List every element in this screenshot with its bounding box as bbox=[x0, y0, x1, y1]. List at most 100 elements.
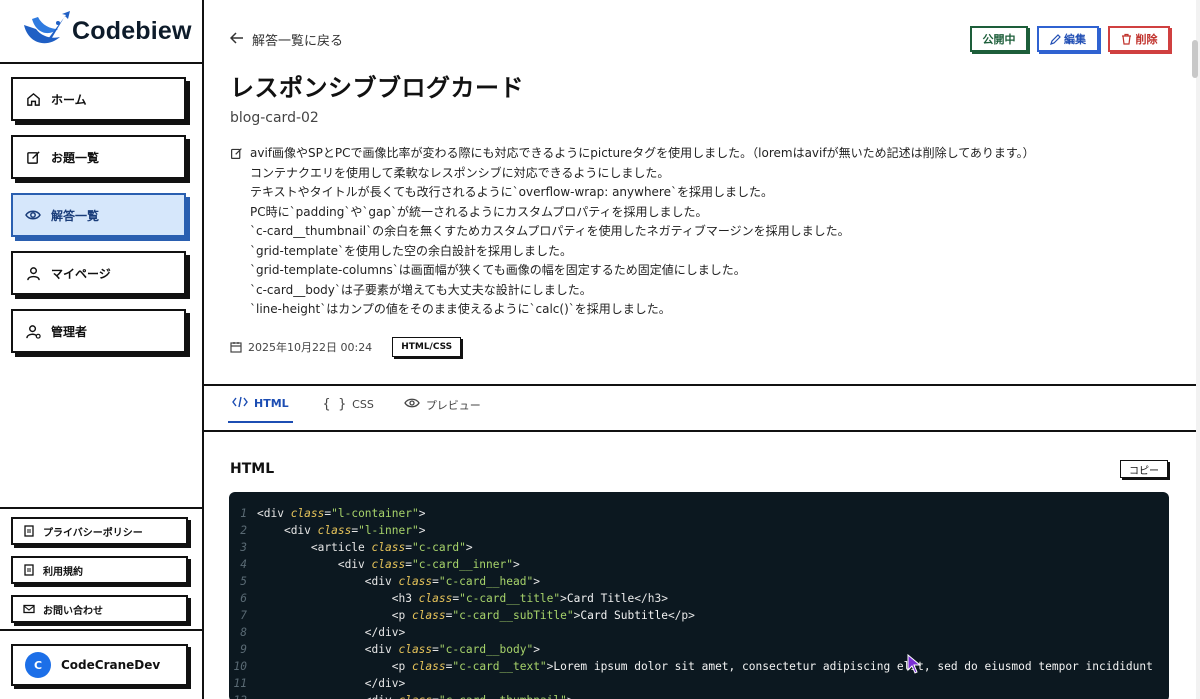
code-line: 11 </div> bbox=[229, 675, 1169, 692]
calendar-icon bbox=[230, 341, 242, 353]
line-number: 9 bbox=[240, 643, 247, 656]
arrow-left-icon bbox=[229, 31, 244, 48]
contact-link[interactable]: お問い合わせ bbox=[11, 595, 188, 623]
edit-note-icon bbox=[230, 144, 244, 164]
tab-label: プレビュー bbox=[425, 398, 481, 412]
line-number: 3 bbox=[240, 541, 247, 554]
code-token: > bbox=[418, 524, 426, 537]
code-text: <h3 class="c-card__title">Card Title</h3… bbox=[257, 590, 668, 607]
code-token: > bbox=[533, 643, 540, 656]
code-line: 1 <div class="l-container"> bbox=[229, 505, 1169, 522]
tab-label: HTML bbox=[254, 397, 289, 410]
sidebar-item-mypage[interactable]: マイページ bbox=[11, 251, 186, 295]
code-token: </p> bbox=[667, 609, 695, 622]
avatar: C bbox=[25, 652, 51, 678]
code-heading: HTML bbox=[230, 461, 275, 477]
code-token: Lorem ipsum dolor sit amet, consectetur … bbox=[553, 660, 1153, 673]
code-token: class bbox=[398, 694, 432, 699]
sidebar-item-topics[interactable]: お題一覧 bbox=[11, 135, 186, 179]
logo[interactable]: Codebiew bbox=[0, 0, 202, 64]
description-line: avif画像やSPとPCで画像比率が変わる際にも対応できるようにpictureタ… bbox=[250, 146, 1035, 160]
code-text: </div> bbox=[257, 675, 405, 692]
description-line: `grid-template`を使用した空の余白設計を採用しました。 bbox=[250, 243, 573, 258]
back-link-label: 解答一覧に戻る bbox=[252, 34, 344, 49]
line-number: 2 bbox=[240, 524, 247, 537]
scrollbar-thumb[interactable] bbox=[1192, 40, 1198, 78]
code-text: <div class="l-container"> bbox=[257, 505, 425, 522]
delete-button[interactable]: 削除 bbox=[1108, 26, 1170, 52]
code-line: 12 <div class="c-card__thumbnail"> bbox=[229, 692, 1169, 699]
braces-icon: { } bbox=[322, 397, 347, 412]
sidebar-item-label: お題一覧 bbox=[51, 150, 100, 165]
code-text: </div> bbox=[257, 624, 405, 641]
code-token: "l-container" bbox=[331, 507, 419, 520]
status-label: 公開中 bbox=[982, 33, 1016, 46]
code-token: <div bbox=[364, 575, 399, 588]
copy-button[interactable]: コピー bbox=[1120, 460, 1168, 478]
crane-logo-icon bbox=[18, 9, 70, 53]
code-token: "c-card__text" bbox=[452, 660, 547, 673]
code-token: "c-card__body" bbox=[438, 643, 534, 656]
tab-preview[interactable]: プレビュー bbox=[404, 396, 481, 423]
tab-label: CSS bbox=[352, 398, 374, 411]
language-tag[interactable]: HTML/CSS bbox=[392, 337, 462, 357]
section-divider bbox=[204, 430, 1196, 432]
tab-html[interactable]: HTML bbox=[228, 396, 293, 423]
code-token: <div bbox=[365, 694, 399, 699]
privacy-policy-link[interactable]: プライバシーポリシー bbox=[11, 517, 188, 545]
sidebar-divider bbox=[0, 629, 202, 631]
code-token: class bbox=[411, 609, 446, 622]
user-menu[interactable]: C CodeCraneDev bbox=[11, 644, 188, 686]
code-text: <p class="c-card__subTitle">Card Subtitl… bbox=[257, 607, 695, 624]
code-token: "c-card__thumbnail" bbox=[439, 694, 567, 699]
code-line: 3 <article class="c-card"> bbox=[229, 539, 1169, 556]
delete-label: 削除 bbox=[1135, 33, 1158, 46]
answer-description: avif画像やSPとPCで画像比率が変わる際にも対応できるようにpictureタ… bbox=[230, 144, 1170, 320]
answer-slug: blog-card-02 bbox=[230, 110, 319, 126]
description-line: `grid-template-columns`は画面幅が狭くても画像の幅を固定す… bbox=[250, 263, 746, 277]
code-text: <div class="c-card__thumbnail"> bbox=[257, 692, 574, 699]
code-token: <h3 bbox=[391, 592, 419, 605]
line-number: 10 bbox=[233, 660, 247, 673]
back-link[interactable]: 解答一覧に戻る bbox=[229, 30, 344, 49]
sidebar-item-label: ホーム bbox=[51, 92, 87, 107]
code-line: 7 <p class="c-card__subTitle">Card Subti… bbox=[229, 607, 1169, 624]
code-token: </div> bbox=[364, 626, 406, 639]
edit-button[interactable]: 編集 bbox=[1037, 26, 1099, 52]
sidebar-item-admin[interactable]: 管理者 bbox=[11, 309, 186, 353]
code-token: <div bbox=[337, 558, 372, 571]
terms-label: 利用規約 bbox=[43, 566, 83, 578]
line-number: 1 bbox=[240, 507, 247, 520]
sidebar-item-home[interactable]: ホーム bbox=[11, 77, 186, 121]
code-token: class bbox=[317, 524, 352, 537]
code-token: > bbox=[567, 694, 574, 699]
code-token: "c-card" bbox=[411, 541, 466, 554]
code-block[interactable]: 1 <div class="l-container"> 2 <div class="… bbox=[229, 492, 1169, 699]
line-number: 8 bbox=[240, 626, 247, 639]
code-token: = bbox=[432, 643, 439, 656]
line-number: 5 bbox=[240, 575, 247, 588]
code-token: "l-inner" bbox=[358, 524, 419, 537]
page-title: レスポンシブブログカード bbox=[230, 74, 524, 102]
code-token: > bbox=[465, 541, 473, 554]
home-icon bbox=[25, 91, 41, 107]
page-scrollbar[interactable] bbox=[1196, 0, 1200, 699]
posted-date: 2025年10月22日 00:24 bbox=[248, 341, 373, 354]
code-token: > bbox=[513, 558, 520, 571]
terms-link[interactable]: 利用規約 bbox=[11, 556, 188, 584]
code-token: = bbox=[405, 558, 412, 571]
mail-icon bbox=[23, 603, 35, 615]
code-token: = bbox=[432, 694, 439, 699]
pencil-icon bbox=[1050, 33, 1061, 45]
code-text: <div class="c-card__body"> bbox=[257, 641, 540, 658]
status-badge[interactable]: 公開中 bbox=[970, 26, 1028, 52]
sidebar-item-answers[interactable]: 解答一覧 bbox=[11, 193, 186, 237]
description-line: テキストやタイトルが長くても改行されるように`overflow-wrap: an… bbox=[250, 185, 773, 199]
code-token: Card Title bbox=[566, 592, 635, 605]
code-text: <div class="c-card__head"> bbox=[257, 573, 540, 590]
tab-css[interactable]: { } CSS bbox=[323, 396, 374, 423]
code-token: <div bbox=[257, 507, 291, 520]
mouse-cursor-icon bbox=[907, 653, 922, 678]
code-token: "c-card__title" bbox=[459, 592, 561, 605]
code-token: class bbox=[411, 660, 446, 673]
